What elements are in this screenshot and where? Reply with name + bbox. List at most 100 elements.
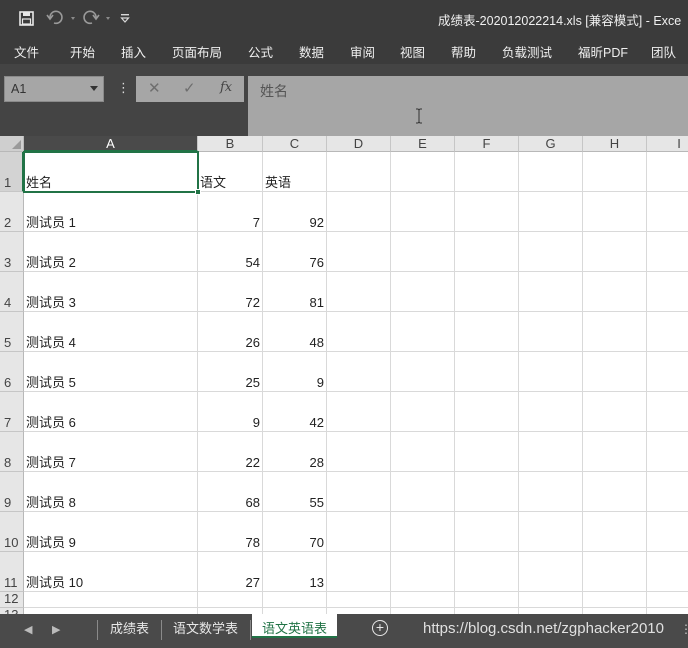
select-all-icon (12, 140, 21, 149)
chinese-score-cell[interactable]: 78 (198, 535, 260, 550)
tab-home[interactable]: 开始 (70, 42, 95, 61)
tab-team[interactable]: 团队 (651, 42, 676, 61)
tab-view[interactable]: 视图 (400, 42, 425, 61)
chinese-score-cell[interactable]: 72 (198, 295, 260, 310)
tab-foxit-pdf[interactable]: 福昕PDF (578, 42, 628, 61)
row-header-10[interactable]: 10 (0, 512, 24, 552)
more-icon[interactable]: ⋮ (680, 622, 688, 636)
grid-line (24, 551, 688, 552)
add-sheet-icon[interactable]: + (372, 620, 388, 636)
chinese-score-cell[interactable]: 26 (198, 335, 260, 350)
row-header-8[interactable]: 8 (0, 432, 24, 472)
row-header-3[interactable]: 3 (0, 232, 24, 272)
name-cell[interactable]: 测试员 5 (26, 375, 76, 390)
chinese-score-cell[interactable]: 22 (198, 455, 260, 470)
row-header-6[interactable]: 6 (0, 352, 24, 392)
row-number: 3 (4, 255, 12, 270)
row-header-5[interactable]: 5 (0, 312, 24, 352)
row-number: 10 (4, 535, 19, 550)
name-cell[interactable]: 测试员 8 (26, 495, 76, 510)
name-cell[interactable]: 测试员 4 (26, 335, 76, 350)
column-header-b[interactable]: B (198, 136, 263, 152)
sheet-tab-chinese-english[interactable]: 语文英语表 (252, 614, 338, 638)
enter-icon[interactable]: ✓ (183, 79, 196, 97)
column-header-a[interactable]: A (24, 136, 198, 152)
redo-icon[interactable] (82, 8, 116, 28)
tab-data[interactable]: 数据 (299, 42, 324, 61)
tab-formulas[interactable]: 公式 (248, 42, 273, 61)
header-cell[interactable]: 语文 (200, 175, 226, 190)
formula-bar-area: A1 ⋮ ✕ ✓ fx 姓名 (0, 64, 688, 136)
sheet-divider (161, 620, 162, 640)
tab-load-test[interactable]: 负载测试 (502, 42, 552, 61)
sheet-tab-scores[interactable]: 成绩表 (110, 618, 149, 637)
english-score-cell[interactable]: 81 (263, 295, 324, 310)
prev-sheet-icon[interactable]: ◀ (24, 623, 32, 636)
customize-toolbar-icon[interactable] (118, 8, 132, 28)
next-sheet-icon[interactable]: ▶ (52, 623, 60, 636)
grid-line (390, 152, 391, 614)
sheet-tabs-bar: ◀ ▶ 成绩表 语文数学表 语文英语表 + https://blog.csdn.… (0, 614, 688, 648)
name-cell[interactable]: 测试员 3 (26, 295, 76, 310)
more-options-icon[interactable]: ⋮ (117, 80, 130, 96)
english-score-cell[interactable]: 70 (263, 535, 324, 550)
header-cell[interactable]: 英语 (265, 175, 291, 190)
formula-input[interactable]: 姓名 (248, 76, 688, 136)
row-header-4[interactable]: 4 (0, 272, 24, 312)
english-score-cell[interactable]: 55 (263, 495, 324, 510)
tab-insert[interactable]: 插入 (121, 42, 146, 61)
column-header-d[interactable]: D (327, 136, 391, 152)
chinese-score-cell[interactable]: 7 (198, 215, 260, 230)
column-header-c[interactable]: C (263, 136, 327, 152)
column-header-h[interactable]: H (583, 136, 647, 152)
sheet-tab-chinese-math[interactable]: 语文数学表 (173, 618, 238, 637)
tab-page-layout[interactable]: 页面布局 (172, 42, 222, 61)
name-cell[interactable]: 测试员 6 (26, 415, 76, 430)
row-number: 2 (4, 215, 12, 230)
english-score-cell[interactable]: 92 (263, 215, 324, 230)
english-score-cell[interactable]: 48 (263, 335, 324, 350)
tab-review[interactable]: 审阅 (350, 42, 375, 61)
row-header-12[interactable]: 12 (0, 591, 24, 608)
select-all-button[interactable] (0, 136, 24, 152)
column-header-i[interactable]: I (647, 136, 688, 152)
grid-line (582, 152, 583, 614)
row-header-2[interactable]: 2 (0, 192, 24, 232)
column-header-e[interactable]: E (391, 136, 455, 152)
chevron-down-icon[interactable] (90, 86, 98, 91)
name-cell[interactable]: 测试员 7 (26, 455, 76, 470)
grid-line (24, 271, 688, 272)
name-cell[interactable]: 测试员 2 (26, 255, 76, 270)
cancel-icon[interactable]: ✕ (148, 79, 161, 97)
column-header-g[interactable]: G (519, 136, 583, 152)
name-cell[interactable]: 测试员 9 (26, 535, 76, 550)
fill-handle[interactable] (195, 189, 201, 195)
text-cursor-icon (416, 108, 422, 124)
row-header-9[interactable]: 9 (0, 472, 24, 512)
column-header-f[interactable]: F (455, 136, 519, 152)
spreadsheet-grid[interactable]: ABCDEFGHI12345678910111213姓名语文英语测试员 1792… (0, 136, 688, 614)
chinese-score-cell[interactable]: 27 (198, 575, 260, 590)
tab-help[interactable]: 帮助 (451, 42, 476, 61)
english-score-cell[interactable]: 13 (263, 575, 324, 590)
name-box[interactable]: A1 (4, 76, 104, 102)
chinese-score-cell[interactable]: 25 (198, 375, 260, 390)
save-icon[interactable] (16, 8, 36, 28)
row-header-7[interactable]: 7 (0, 392, 24, 432)
english-score-cell[interactable]: 42 (263, 415, 324, 430)
chinese-score-cell[interactable]: 54 (198, 255, 260, 270)
english-score-cell[interactable]: 28 (263, 455, 324, 470)
grid-line (326, 152, 327, 614)
row-header-11[interactable]: 11 (0, 552, 24, 592)
insert-function-icon[interactable]: fx (220, 80, 232, 95)
undo-icon[interactable] (46, 8, 80, 28)
english-score-cell[interactable]: 9 (263, 375, 324, 390)
name-cell[interactable]: 测试员 1 (26, 215, 76, 230)
tab-file[interactable]: 文件 (14, 42, 39, 61)
english-score-cell[interactable]: 76 (263, 255, 324, 270)
formula-content: 姓名 (260, 83, 288, 99)
name-cell[interactable]: 测试员 10 (26, 575, 83, 590)
chinese-score-cell[interactable]: 68 (198, 495, 260, 510)
row-header-1[interactable]: 1 (0, 152, 24, 192)
chinese-score-cell[interactable]: 9 (198, 415, 260, 430)
